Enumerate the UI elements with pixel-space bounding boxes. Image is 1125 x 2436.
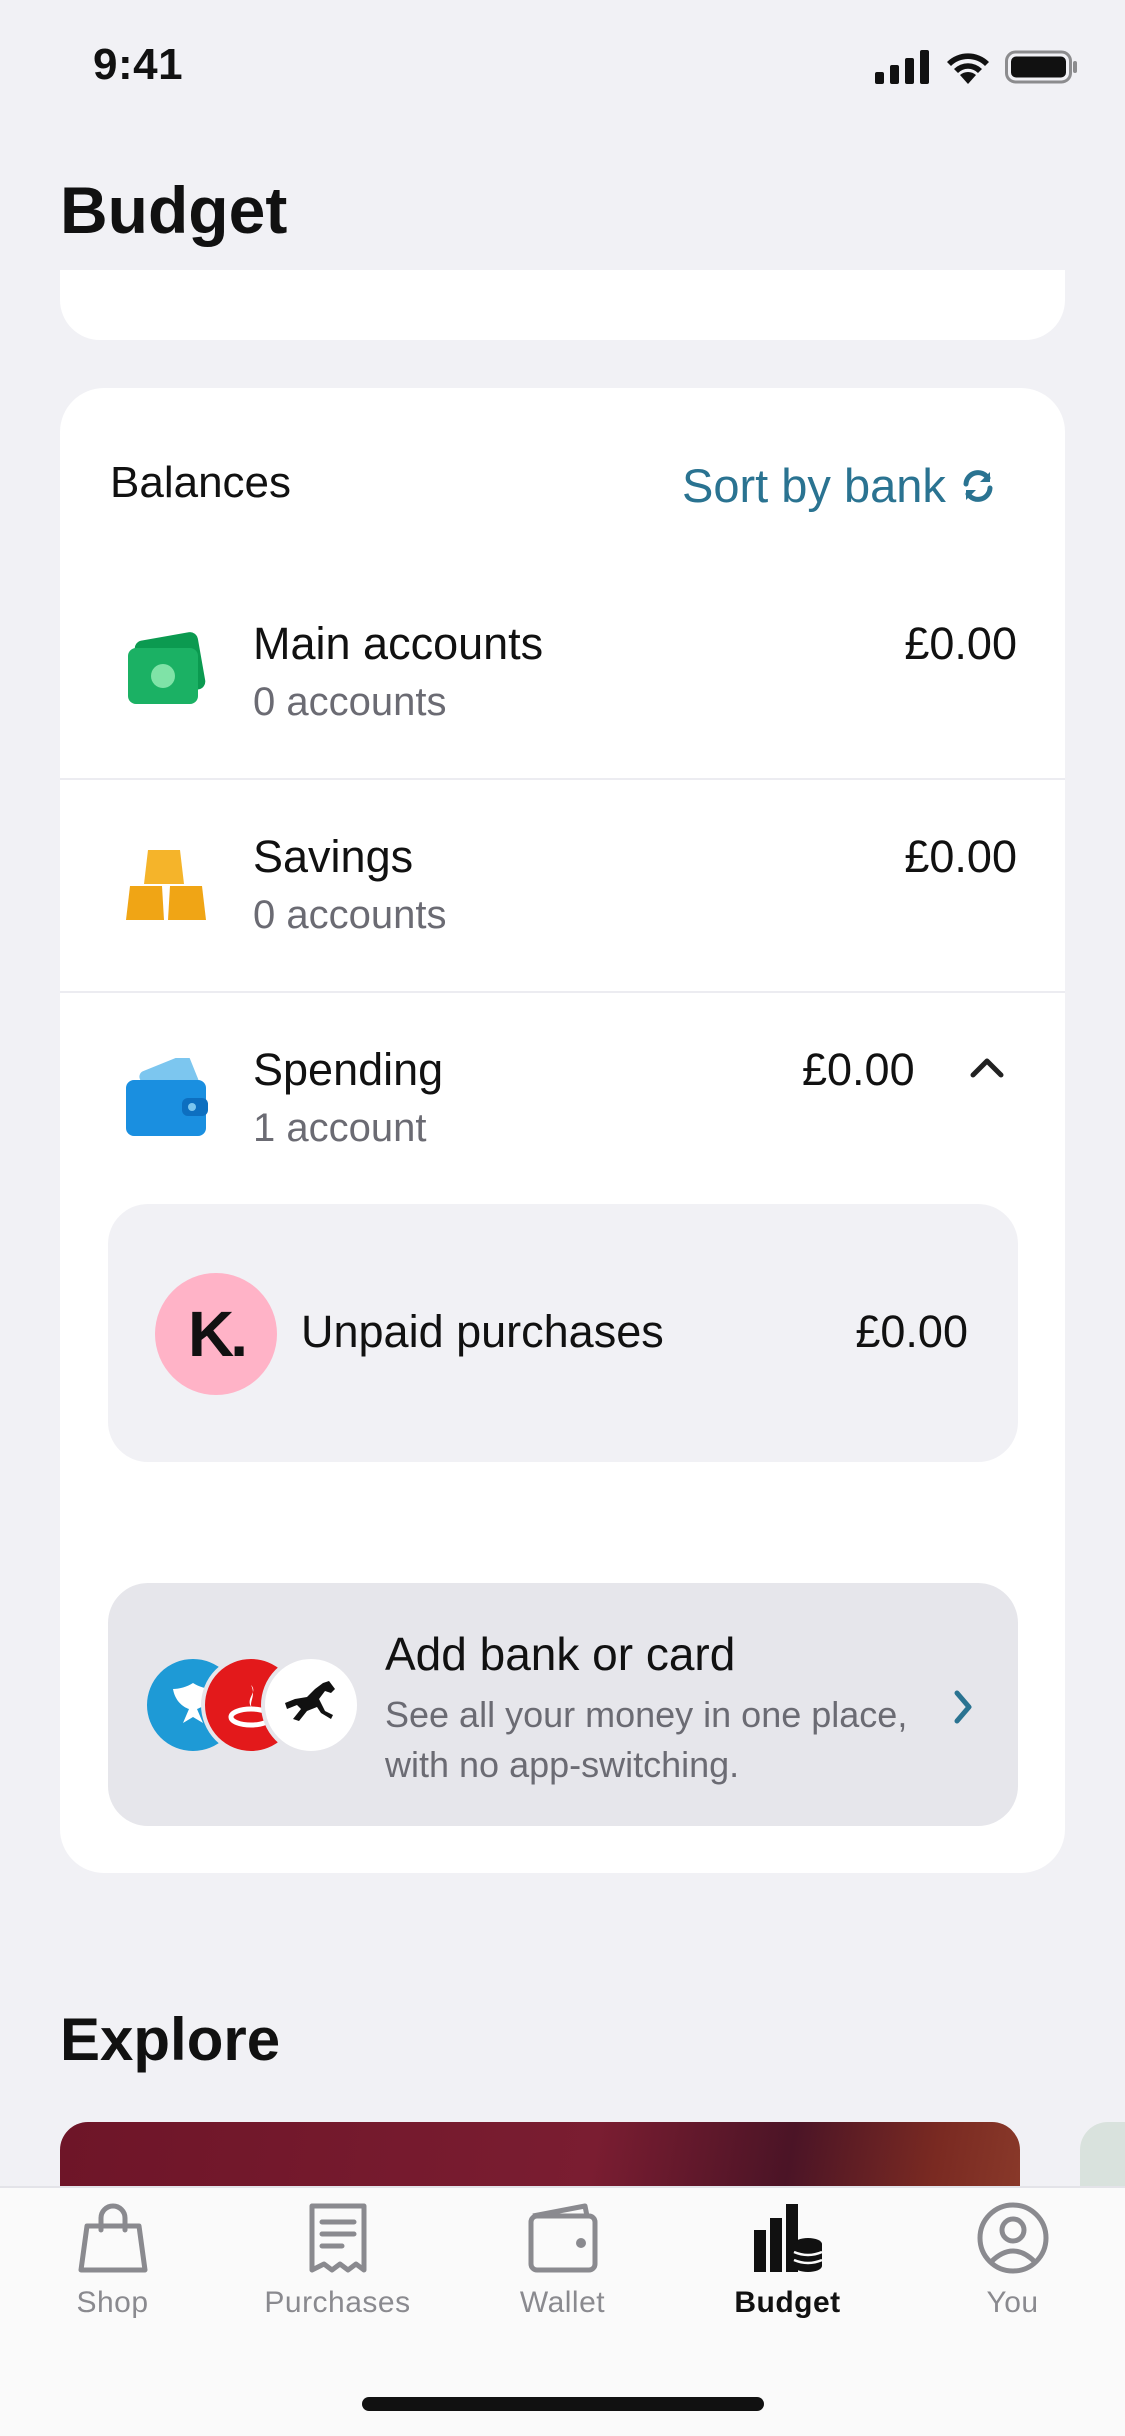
shopping-bag-icon bbox=[78, 2203, 147, 2273]
tab-shop-label: Shop bbox=[76, 2286, 149, 2319]
main-accounts-subtitle: 0 accounts bbox=[253, 680, 447, 724]
status-bar: 9:41 bbox=[0, 0, 1125, 140]
chevron-up-icon[interactable] bbox=[969, 1055, 1005, 1079]
receipt-icon bbox=[309, 2203, 366, 2273]
previous-card bbox=[60, 270, 1065, 340]
main-accounts-title: Main accounts bbox=[253, 618, 544, 669]
lloyds-logo bbox=[261, 1655, 361, 1755]
savings-amount: £0.00 bbox=[904, 831, 1017, 882]
page-title: Budget bbox=[60, 173, 288, 247]
tab-purchases[interactable]: Purchases bbox=[225, 2200, 450, 2320]
unpaid-purchases-amount: £0.00 bbox=[855, 1306, 968, 1357]
tab-wallet-label: Wallet bbox=[519, 2286, 606, 2319]
add-bank-subtitle-line1: See all your money in one place, bbox=[385, 1694, 908, 1735]
klarna-logo: K. bbox=[155, 1273, 277, 1395]
add-bank-title: Add bank or card bbox=[385, 1628, 736, 1680]
tab-purchases-label: Purchases bbox=[264, 2286, 411, 2319]
chevron-right-icon bbox=[954, 1690, 972, 1724]
wifi-icon bbox=[947, 53, 989, 84]
tab-shop[interactable]: Shop bbox=[0, 2200, 225, 2320]
sort-by-bank-button[interactable]: Sort by bank bbox=[682, 458, 996, 513]
balances-title: Balances bbox=[110, 458, 292, 507]
wallet-card-icon bbox=[126, 1058, 208, 1136]
unpaid-purchases-label: Unpaid purchases bbox=[301, 1306, 664, 1357]
battery-icon bbox=[1005, 50, 1077, 84]
tab-wallet[interactable]: Wallet bbox=[450, 2200, 675, 2320]
status-icons bbox=[875, 50, 1079, 84]
profile-icon bbox=[977, 2202, 1048, 2274]
bank-logos bbox=[143, 1655, 361, 1755]
spending-title: Spending bbox=[253, 1044, 444, 1095]
budget-chart-icon bbox=[753, 2204, 822, 2272]
cash-icon bbox=[128, 632, 206, 704]
spending-subtitle: 1 account bbox=[253, 1106, 427, 1150]
klarna-logo-letter: K. bbox=[188, 1298, 248, 1370]
tab-budget[interactable]: Budget bbox=[675, 2200, 900, 2320]
refresh-icon bbox=[963, 469, 993, 502]
home-indicator[interactable] bbox=[362, 2397, 764, 2411]
tab-you[interactable]: You bbox=[900, 2200, 1125, 2320]
spending-amount: £0.00 bbox=[802, 1044, 915, 1095]
status-time: 9:41 bbox=[93, 40, 184, 89]
main-accounts-amount: £0.00 bbox=[904, 618, 1017, 669]
savings-subtitle: 0 accounts bbox=[253, 893, 447, 937]
explore-title: Explore bbox=[60, 2006, 281, 2073]
wallet-icon bbox=[528, 2203, 597, 2273]
sort-by-bank-label: Sort by bank bbox=[682, 459, 946, 512]
main-accounts-row[interactable] bbox=[60, 585, 1065, 775]
savings-row[interactable] bbox=[60, 780, 1065, 990]
gold-bars-icon bbox=[126, 850, 206, 920]
cellular-signal-icon bbox=[875, 50, 929, 84]
add-bank-subtitle-line2: with no app-switching. bbox=[385, 1744, 740, 1785]
black-horse-icon bbox=[285, 1681, 335, 1721]
tab-budget-label: Budget bbox=[734, 2286, 841, 2319]
savings-title: Savings bbox=[253, 831, 414, 882]
tab-you-label: You bbox=[986, 2286, 1039, 2319]
